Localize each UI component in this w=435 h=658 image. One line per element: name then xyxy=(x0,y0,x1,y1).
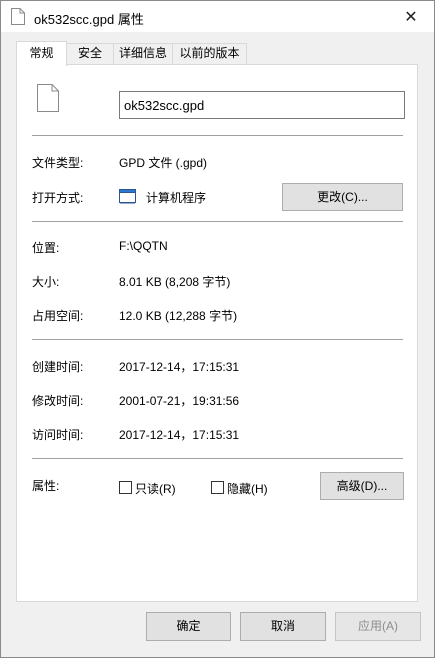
readonly-label[interactable]: 只读(R) xyxy=(135,480,176,497)
tab-previous-versions[interactable]: 以前的版本 xyxy=(172,43,247,64)
hidden-checkbox[interactable] xyxy=(211,481,224,494)
readonly-checkbox[interactable] xyxy=(119,481,132,494)
location-label: 位置: xyxy=(32,241,60,255)
window-title: ok532scc.gpd 属性 xyxy=(34,12,144,27)
apply-button[interactable]: 应用(A) xyxy=(335,612,421,641)
close-icon: ✕ xyxy=(404,8,418,26)
change-button[interactable]: 更改(C)... xyxy=(282,183,403,211)
size-on-disk-label: 占用空间: xyxy=(32,309,84,323)
size-value: 8.01 KB (8,208 字节) xyxy=(119,275,231,289)
cancel-button[interactable]: 取消 xyxy=(240,612,326,641)
divider xyxy=(32,339,403,340)
modified-label: 修改时间: xyxy=(32,394,84,408)
file-type-value: GPD 文件 (.gpd) xyxy=(119,156,208,170)
opens-with-label: 打开方式: xyxy=(32,191,84,205)
size-label: 大小: xyxy=(32,275,60,289)
close-button[interactable]: ✕ xyxy=(388,1,434,32)
title-bar: ok532scc.gpd 属性 ✕ xyxy=(1,1,434,32)
tab-general[interactable]: 常规 xyxy=(16,41,67,66)
size-on-disk-value: 12.0 KB (12,288 字节) xyxy=(119,309,238,323)
attributes-label: 属性: xyxy=(32,479,60,493)
divider xyxy=(32,221,403,222)
location-value: F:\QQTN xyxy=(119,239,168,253)
ok-button[interactable]: 确定 xyxy=(146,612,231,641)
accessed-value: 2017-12-14，17:15:31 xyxy=(119,428,240,442)
accessed-label: 访问时间: xyxy=(32,428,84,442)
divider xyxy=(32,135,403,136)
file-icon xyxy=(11,8,25,25)
tab-security[interactable]: 安全 xyxy=(66,43,114,64)
program-icon xyxy=(119,189,136,204)
hidden-label[interactable]: 隐藏(H) xyxy=(227,480,268,497)
created-value: 2017-12-14，17:15:31 xyxy=(119,360,240,374)
advanced-button[interactable]: 高级(D)... xyxy=(320,472,404,500)
tab-details[interactable]: 详细信息 xyxy=(113,43,173,64)
properties-dialog: ok532scc.gpd 属性 ✕ 常规 安全 详细信息 以前的版本 文件类型:… xyxy=(0,0,435,658)
file-type-label: 文件类型: xyxy=(32,156,84,170)
opens-with-value: 计算机程序 xyxy=(146,191,207,205)
dialog-footer: 确定 取消 应用(A) xyxy=(1,602,434,657)
file-name-input[interactable] xyxy=(119,91,405,119)
general-panel: 文件类型: GPD 文件 (.gpd) 打开方式: 计算机程序 更改(C)...… xyxy=(16,64,418,602)
divider xyxy=(32,458,403,459)
created-label: 创建时间: xyxy=(32,360,84,374)
modified-value: 2001-07-21，19:31:56 xyxy=(119,394,240,408)
file-icon xyxy=(37,84,59,112)
